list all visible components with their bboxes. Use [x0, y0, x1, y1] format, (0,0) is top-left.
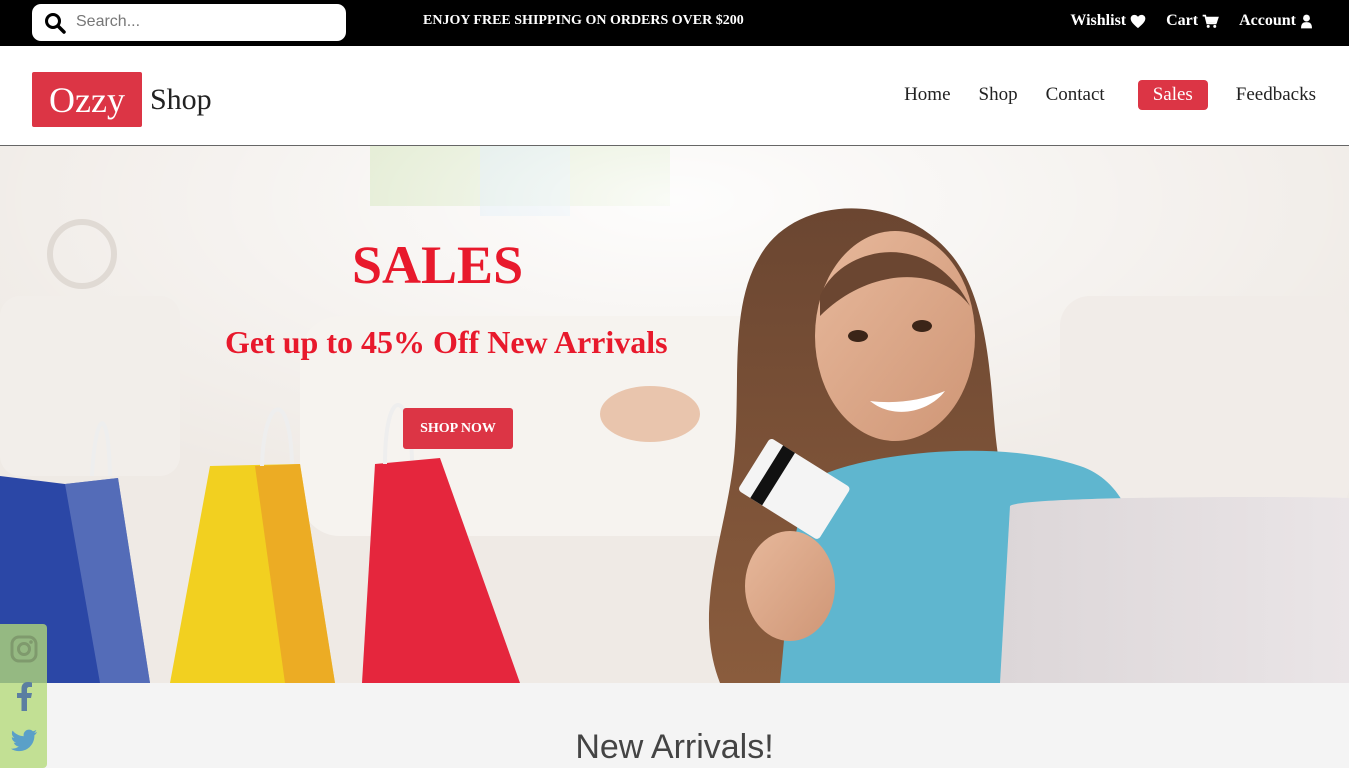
cart-label: Cart	[1166, 12, 1199, 29]
nav-sales[interactable]: Sales	[1137, 80, 1208, 110]
search-icon[interactable]	[44, 12, 66, 34]
facebook-icon[interactable]	[15, 681, 33, 716]
account-links: Wishlist Cart Account	[1070, 12, 1313, 30]
search-box[interactable]	[32, 4, 346, 41]
heart-icon	[1130, 14, 1146, 28]
nav-feedbacks[interactable]: Feedbacks	[1236, 80, 1316, 110]
logo-text: Shop	[150, 82, 212, 116]
nav-home[interactable]: Home	[904, 80, 950, 110]
shop-now-button[interactable]: SHOP NOW	[403, 408, 513, 449]
main-header: Ozzy Shop Home Shop Contact Sales Feedba…	[0, 46, 1349, 146]
instagram-icon[interactable]	[10, 635, 38, 668]
user-icon	[1301, 14, 1312, 28]
nav-contact[interactable]: Contact	[1046, 80, 1105, 110]
nav-shop[interactable]: Shop	[979, 80, 1018, 110]
section-title: New Arrivals!	[575, 728, 774, 766]
hero-title: SALES	[352, 235, 524, 295]
account-link[interactable]: Account	[1239, 12, 1313, 30]
wishlist-label: Wishlist	[1070, 12, 1127, 29]
site-logo[interactable]: Ozzy Shop	[32, 72, 212, 127]
search-input[interactable]	[76, 10, 336, 34]
hero-image	[0, 146, 1349, 683]
promo-banner: ENJOY FREE SHIPPING ON ORDERS OVER $200	[423, 13, 744, 28]
cart-icon	[1202, 14, 1219, 28]
wishlist-link[interactable]: Wishlist	[1070, 12, 1146, 30]
hero-subtitle: Get up to 45% Off New Arrivals	[225, 324, 668, 360]
cart-link[interactable]: Cart	[1166, 12, 1219, 30]
top-bar: ENJOY FREE SHIPPING ON ORDERS OVER $200 …	[0, 0, 1349, 46]
logo-box: Ozzy	[32, 72, 142, 127]
account-label: Account	[1239, 12, 1296, 29]
main-nav: Home Shop Contact Sales Feedbacks	[876, 80, 1316, 110]
hero-banner: SALES Get up to 45% Off New Arrivals SHO…	[0, 146, 1349, 683]
